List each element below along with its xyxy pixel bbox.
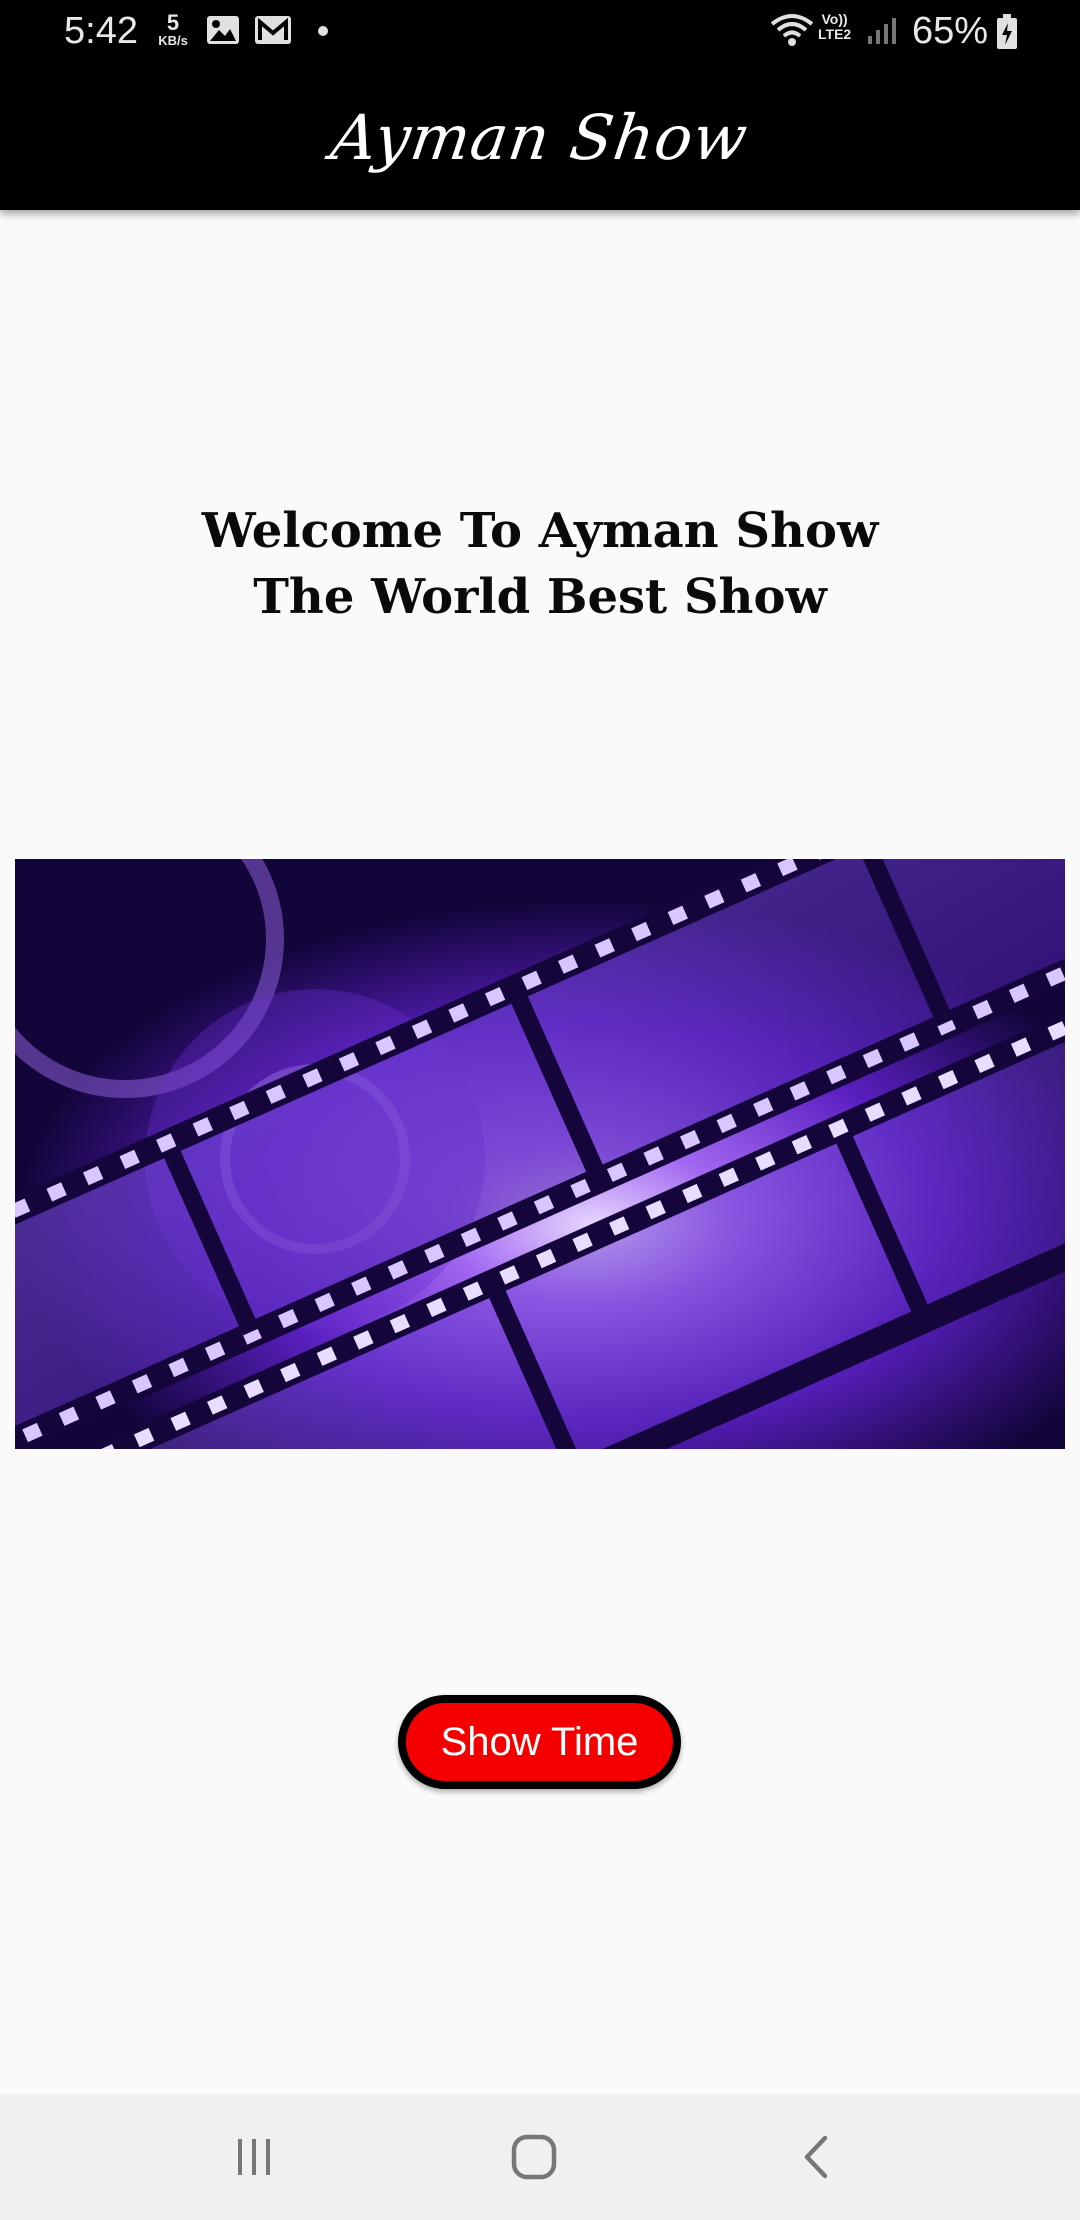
network-speed-value: 5 (166, 10, 180, 35)
welcome-text: Welcome To Ayman Show The World Best Sho… (0, 498, 1080, 630)
signal-icon (866, 16, 898, 51)
network-speed-unit: KB/s (158, 33, 188, 48)
app-title: Ayman Show (327, 100, 753, 174)
status-time: 5:42 (64, 10, 138, 52)
back-icon[interactable] (776, 2124, 856, 2190)
gmail-icon (254, 14, 292, 51)
navigation-bar (0, 2094, 1080, 2220)
recents-icon[interactable] (214, 2124, 294, 2190)
hero-image (15, 859, 1065, 1449)
image-icon (206, 14, 240, 51)
lte-line2: LTE2 (818, 25, 852, 42)
app-bar: Ayman Show (0, 64, 1080, 210)
welcome-line-2: The World Best Show (253, 569, 827, 625)
status-bar: 5:42 5 KB/s Vo)) LTE2 65% (0, 0, 1080, 64)
show-time-button[interactable]: Show Time (398, 1695, 681, 1789)
battery-icon (996, 14, 1018, 55)
home-icon[interactable] (494, 2124, 574, 2190)
battery-percent: 65% (912, 10, 989, 52)
dot-icon (318, 26, 328, 36)
lte-line1: Vo)) (821, 11, 848, 27)
welcome-line-1: Welcome To Ayman Show (201, 503, 879, 559)
wifi-icon (770, 12, 814, 53)
network-speed: 5 KB/s (152, 10, 194, 48)
lte-indicator: Vo)) LTE2 (818, 12, 851, 41)
film-reel-image (15, 859, 1065, 1449)
